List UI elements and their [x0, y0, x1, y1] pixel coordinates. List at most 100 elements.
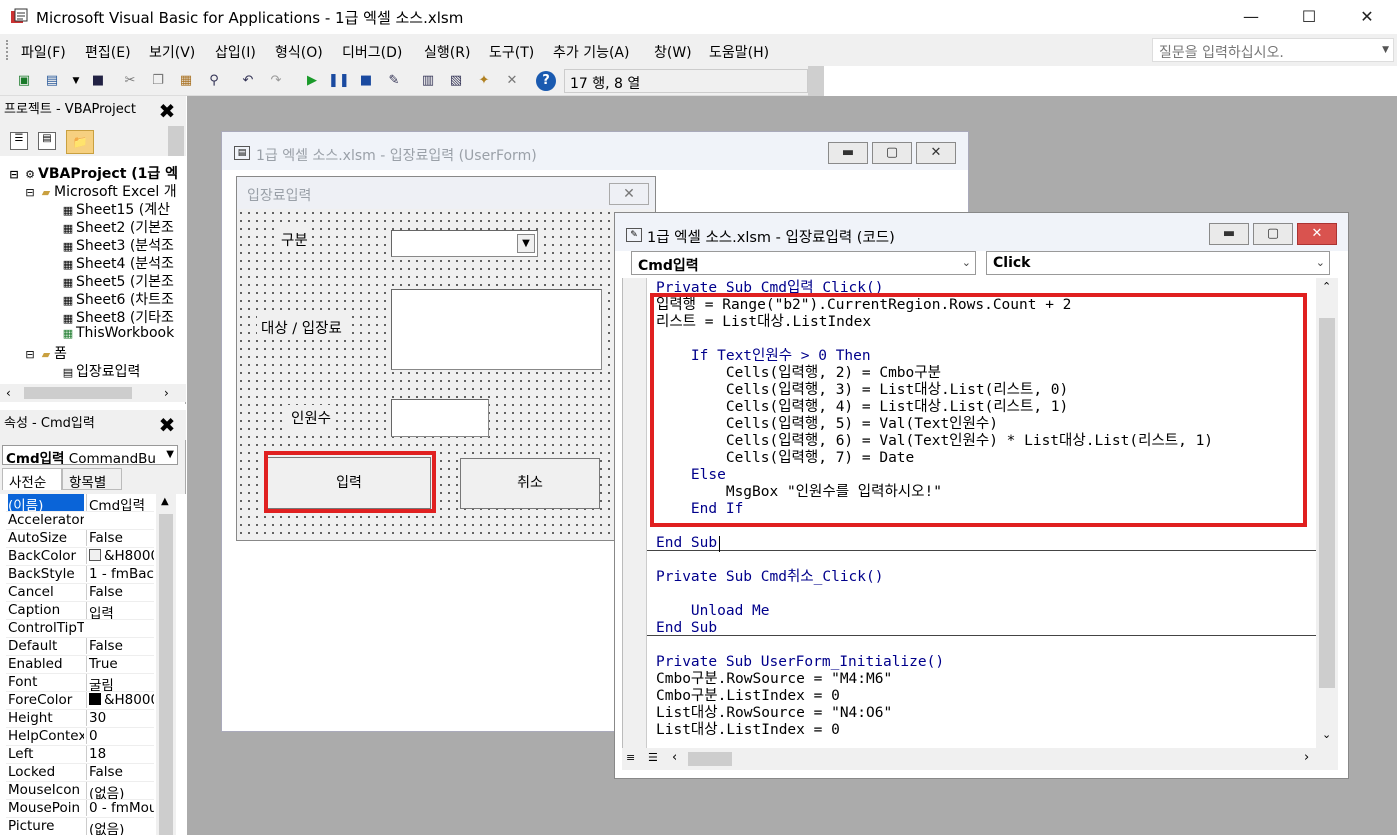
collapse-icon[interactable]: ⊟: [6, 168, 22, 181]
scroll-right-icon[interactable]: ›: [1304, 750, 1309, 765]
procedure-combo[interactable]: Click ⌄: [986, 251, 1330, 275]
undo-icon[interactable]: ↶: [238, 71, 258, 91]
property-value[interactable]: Cmd입력: [86, 494, 154, 511]
property-row[interactable]: MouseIcon (없음): [6, 782, 154, 800]
chevron-down-icon[interactable]: ▼: [166, 449, 174, 460]
chevron-down-icon[interactable]: ⌄: [1316, 256, 1325, 269]
tab-categorized[interactable]: 항목별: [62, 468, 122, 491]
menu-file[interactable]: 파일(F): [21, 42, 66, 62]
code-hscroll[interactable]: ≡ ☰ ‹ ›: [622, 748, 1338, 770]
menu-help[interactable]: 도움말(H): [709, 42, 769, 62]
project-close-icon[interactable]: ✖: [157, 100, 177, 122]
tree-item-excel-objects[interactable]: ⊟ ▰ Microsoft Excel 개: [22, 181, 202, 199]
chevron-down-icon[interactable]: ▼: [1382, 45, 1389, 55]
minimize-icon[interactable]: ▬: [1209, 223, 1249, 245]
property-row[interactable]: Locked False: [6, 764, 154, 782]
scroll-left-icon[interactable]: ‹: [6, 386, 11, 400]
textbox-count[interactable]: [391, 399, 489, 437]
properties-close-icon[interactable]: ✖: [157, 414, 177, 436]
minimize-icon[interactable]: ▬: [828, 142, 868, 164]
property-value[interactable]: True: [86, 656, 154, 672]
property-row[interactable]: HelpContex 0: [6, 728, 154, 746]
project-hscroll-thumb[interactable]: [24, 387, 132, 399]
property-row[interactable]: ForeColor &H8000: [6, 692, 154, 710]
find-icon[interactable]: ⚲: [204, 71, 224, 91]
properties-vscroll-thumb[interactable]: [159, 514, 173, 835]
property-value[interactable]: (없음): [86, 818, 154, 835]
scroll-up-icon[interactable]: ⌃: [1322, 280, 1331, 293]
property-row[interactable]: Picture (없음): [6, 818, 154, 835]
tab-alphabetic[interactable]: 사전순: [2, 468, 62, 491]
property-value[interactable]: 1 - fmBac: [86, 566, 154, 582]
paste-icon[interactable]: ▦: [176, 71, 196, 91]
scroll-right-icon[interactable]: ›: [164, 386, 169, 400]
property-row[interactable]: Font 굴림: [6, 674, 154, 692]
excel-view-icon[interactable]: ▣: [14, 71, 34, 91]
property-row[interactable]: Cancel False: [6, 584, 154, 602]
code-hscroll-thumb[interactable]: [688, 752, 732, 766]
redo-icon[interactable]: ↷: [266, 71, 286, 91]
properties-vscroll[interactable]: ▲: [156, 494, 176, 835]
property-row[interactable]: BackStyle 1 - fmBac: [6, 566, 154, 584]
code-vscroll-thumb[interactable]: [1319, 318, 1335, 688]
restore-icon[interactable]: ▢: [872, 142, 912, 164]
project-toolbar-scroll[interactable]: [168, 126, 184, 156]
menu-addins[interactable]: 추가 기능(A): [553, 42, 629, 62]
property-value[interactable]: 입력: [86, 602, 154, 619]
scroll-left-icon[interactable]: ‹: [672, 750, 677, 765]
property-row[interactable]: Left 18: [6, 746, 154, 764]
property-value[interactable]: 굴림: [86, 674, 154, 691]
view-object-icon[interactable]: ▤: [38, 132, 56, 150]
property-row[interactable]: Accelerator: [6, 512, 154, 530]
object-browser-icon[interactable]: ✦: [474, 71, 494, 91]
toolbar-options[interactable]: [808, 66, 824, 96]
property-value[interactable]: 0 - fmMou: [86, 800, 154, 816]
combo-category[interactable]: ▼: [391, 230, 538, 257]
toolbox-icon[interactable]: ✕: [502, 71, 522, 91]
form-close-icon[interactable]: ✕: [609, 183, 649, 205]
tree-item-vbaproject[interactable]: ⊟ ⚙ VBAProject (1급 엑: [6, 163, 186, 181]
full-module-view-icon[interactable]: ☰: [648, 751, 658, 764]
help-icon[interactable]: ?: [536, 71, 556, 91]
property-row[interactable]: ControlTipT: [6, 620, 154, 638]
insert-dropdown-icon[interactable]: ▼: [66, 71, 86, 91]
save-icon[interactable]: ■: [88, 71, 108, 91]
menu-view[interactable]: 보기(V): [149, 42, 195, 62]
property-value[interactable]: &H8000: [86, 692, 154, 708]
menu-tools[interactable]: 도구(T): [489, 42, 534, 62]
property-row[interactable]: Default False: [6, 638, 154, 656]
property-value[interactable]: False: [86, 638, 154, 654]
menu-run[interactable]: 실행(R): [424, 42, 470, 62]
property-value[interactable]: 18: [86, 746, 154, 762]
property-value[interactable]: False: [86, 764, 154, 780]
restore-icon[interactable]: ▢: [1253, 223, 1293, 245]
property-row[interactable]: BackColor &H8000: [6, 548, 154, 566]
menu-insert[interactable]: 삽입(I): [215, 42, 256, 62]
toggle-folders-icon[interactable]: 📁: [66, 130, 94, 154]
close-button[interactable]: ✕: [1338, 0, 1396, 34]
margin-indicator-bar[interactable]: [623, 278, 647, 748]
property-row[interactable]: Enabled True: [6, 656, 154, 674]
maximize-button[interactable]: ☐: [1280, 0, 1338, 34]
project-explorer-icon[interactable]: ▥: [418, 71, 438, 91]
close-icon[interactable]: ✕: [916, 142, 956, 164]
property-value[interactable]: (없음): [86, 782, 154, 799]
menu-window[interactable]: 창(W): [654, 42, 692, 62]
cut-icon[interactable]: ✂: [120, 71, 140, 91]
property-value[interactable]: False: [86, 530, 154, 546]
properties-window-icon[interactable]: ▧: [446, 71, 466, 91]
cancel-button[interactable]: 취소: [460, 458, 600, 509]
menu-debug[interactable]: 디버그(D): [342, 42, 402, 62]
object-combo[interactable]: Cmd입력 ⌄: [631, 251, 976, 275]
code-vscroll[interactable]: ⌃ ⌄: [1316, 278, 1338, 748]
minimize-button[interactable]: —: [1222, 0, 1280, 34]
property-value[interactable]: False: [86, 584, 154, 600]
view-code-icon[interactable]: ☰: [10, 132, 28, 150]
menu-edit[interactable]: 편집(E): [85, 42, 131, 62]
project-hscroll[interactable]: ‹ ›: [0, 384, 186, 402]
property-row[interactable]: AutoSize False: [6, 530, 154, 548]
reset-icon[interactable]: ■: [356, 71, 376, 91]
menu-format[interactable]: 형식(O): [275, 42, 323, 62]
chevron-down-icon[interactable]: ▼: [517, 234, 535, 253]
object-selector[interactable]: Cmd입력 CommandBu ▼: [2, 445, 178, 465]
